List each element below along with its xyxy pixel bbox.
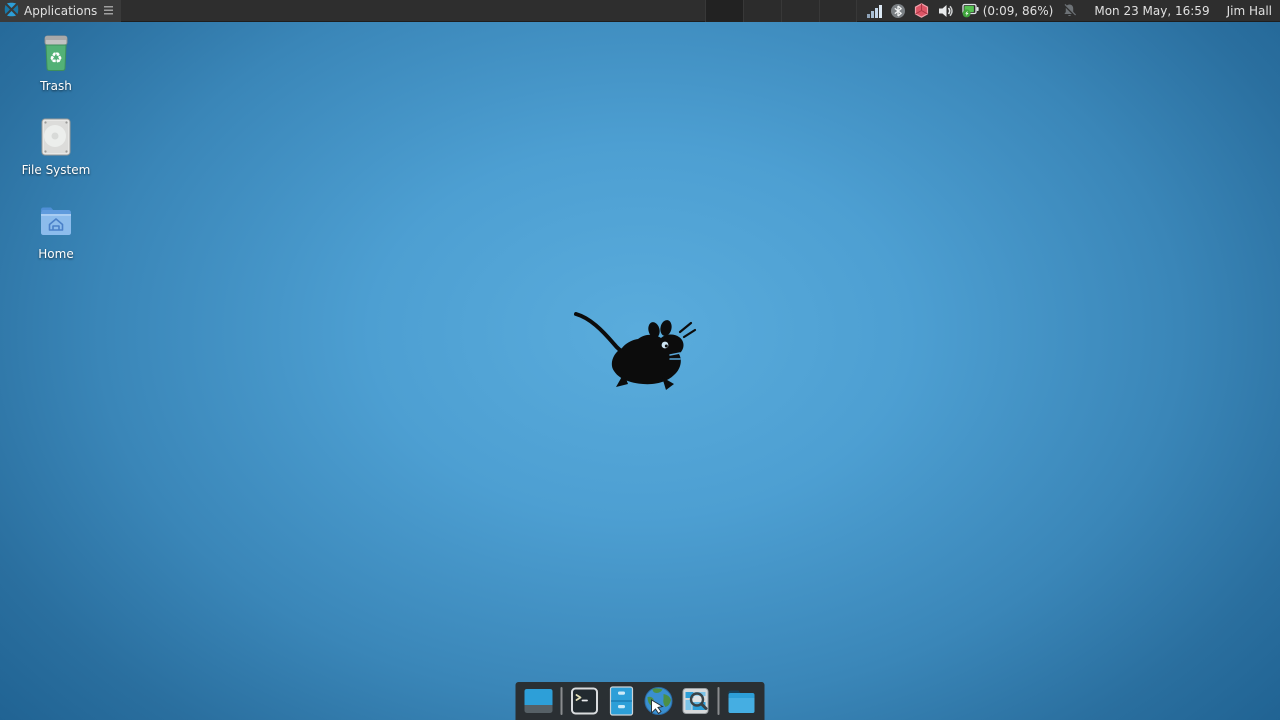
xfce-mouse-logo <box>566 303 706 397</box>
workspace-4[interactable] <box>819 0 857 22</box>
user-menu[interactable]: Jim Hall <box>1227 4 1272 18</box>
show-desktop-button[interactable] <box>524 686 554 716</box>
svg-text:♻: ♻ <box>49 49 62 67</box>
show-desktop-icon <box>524 687 554 715</box>
workspace-2[interactable] <box>743 0 781 22</box>
web-browser-launcher[interactable] <box>644 686 674 716</box>
folder-launcher[interactable] <box>727 686 757 716</box>
dock-separator <box>561 687 563 715</box>
file-manager-launcher[interactable] <box>607 686 637 716</box>
dock-separator <box>718 687 720 715</box>
terminal-icon <box>571 687 599 715</box>
system-tray: (0:09, 86%) Mon 23 May, 16:59 Jim Hall <box>857 0 1280 22</box>
distro-logo-icon <box>4 2 19 20</box>
workspace-switcher <box>705 0 857 22</box>
desktop-icon-home[interactable]: Home <box>18 202 94 261</box>
network-signal-icon[interactable] <box>867 4 882 18</box>
bluetooth-icon[interactable] <box>891 4 905 18</box>
folder-icon <box>727 687 757 715</box>
workspace-1[interactable] <box>705 0 743 22</box>
desktop-icon-trash[interactable]: ♻ Trash <box>18 34 94 93</box>
app-finder-icon <box>682 687 710 715</box>
desktop-icon-label: Trash <box>40 79 72 93</box>
harddisk-icon <box>40 118 72 156</box>
desktop: Applications <box>0 0 1280 720</box>
dock-panel <box>516 682 765 720</box>
desktop-icon-label: File System <box>22 163 91 177</box>
workspace-3[interactable] <box>781 0 819 22</box>
trash-icon: ♻ <box>39 34 73 72</box>
applications-menu-label: Applications <box>24 4 97 18</box>
package-icon[interactable] <box>914 3 929 18</box>
terminal-launcher[interactable] <box>570 686 600 716</box>
desktop-icon-label: Home <box>38 247 73 261</box>
web-browser-icon <box>644 686 674 716</box>
battery-status-label[interactable]: (0:09, 86%) <box>983 4 1054 18</box>
notifications-muted-icon[interactable] <box>1062 3 1077 18</box>
desktop-icon-file-system[interactable]: File System <box>18 118 94 177</box>
top-panel: Applications <box>0 0 1280 22</box>
clock[interactable]: Mon 23 May, 16:59 <box>1094 4 1209 18</box>
volume-icon[interactable] <box>938 4 953 18</box>
app-finder-launcher[interactable] <box>681 686 711 716</box>
battery-charging-icon[interactable] <box>962 3 979 18</box>
menu-icon <box>104 6 113 15</box>
applications-menu-button[interactable]: Applications <box>0 0 121 22</box>
file-cabinet-icon <box>609 686 635 716</box>
home-folder-icon <box>38 202 74 240</box>
